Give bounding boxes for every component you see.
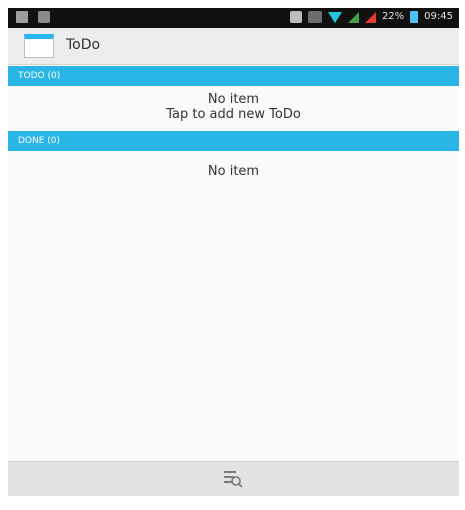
- alarm-icon: [289, 11, 302, 23]
- signal-2-icon: [364, 11, 376, 23]
- todo-add-hint: Tap to add new ToDo: [166, 107, 301, 122]
- done-empty-state: No item: [8, 164, 459, 179]
- todo-empty-title: No item: [207, 92, 260, 107]
- done-empty-title: No item: [207, 164, 260, 179]
- status-time: 09:45: [424, 11, 453, 22]
- todo-empty-state[interactable]: No item Tap to add new ToDo: [8, 92, 459, 122]
- action-bar: ToDo: [8, 28, 459, 65]
- image-notification-icon: [16, 11, 28, 23]
- app-logo-icon[interactable]: [24, 34, 54, 58]
- search-list-icon[interactable]: [222, 469, 244, 489]
- app-title: ToDo: [66, 37, 101, 53]
- todo-section-header: TODO (0): [8, 66, 459, 86]
- vibrate-icon: [307, 11, 322, 23]
- app-screen: 22% 09:45 ToDo TODO (0) No item Tap to a…: [8, 8, 459, 496]
- signal-icon: [347, 11, 359, 23]
- battery-percent: 22%: [381, 11, 405, 22]
- wifi-icon: [327, 11, 342, 23]
- bottom-action-bar: [8, 461, 459, 496]
- status-bar: 22% 09:45: [8, 8, 459, 28]
- battery-icon: [410, 11, 419, 23]
- done-section-header: DONE (0): [8, 131, 459, 151]
- sim-notification-icon: [38, 11, 50, 23]
- device-frame: 22% 09:45 ToDo TODO (0) No item Tap to a…: [0, 0, 465, 510]
